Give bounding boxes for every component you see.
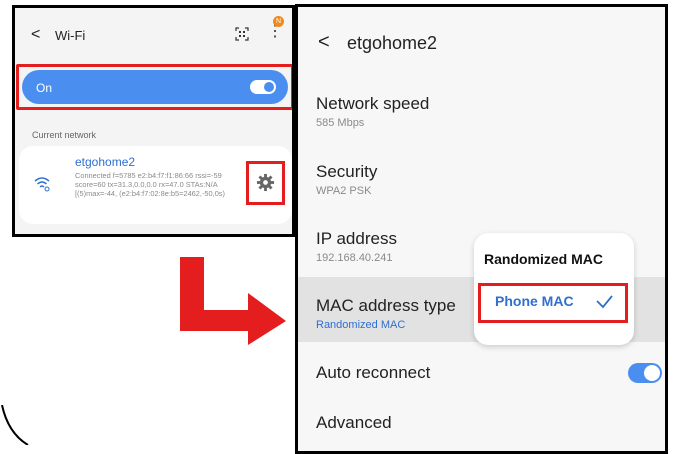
wifi-header: < Wi-Fi ⋮ N bbox=[15, 8, 292, 60]
back-button[interactable]: < bbox=[31, 26, 40, 44]
toggle-knob bbox=[644, 365, 660, 381]
wifi-toggle-switch[interactable] bbox=[250, 80, 276, 94]
wifi-toggle-highlight: On bbox=[16, 64, 292, 110]
wifi-toggle-row[interactable]: On bbox=[22, 70, 288, 104]
wifi-settings-screen: < Wi-Fi ⋮ N On Current network etgohome2 bbox=[12, 5, 295, 237]
check-icon bbox=[596, 295, 613, 309]
phone-mac-option[interactable]: Phone MAC bbox=[495, 293, 574, 309]
wifi-toggle-label: On bbox=[36, 81, 53, 95]
advanced-item[interactable]: Advanced bbox=[316, 413, 646, 433]
network-name: etgohome2 bbox=[75, 155, 136, 169]
item-label: Security bbox=[316, 162, 378, 181]
back-button[interactable]: < bbox=[318, 31, 330, 54]
item-label: Network speed bbox=[316, 94, 430, 113]
current-network-card[interactable]: etgohome2 Connected f=5785 e2:b4:f7:f1:8… bbox=[19, 146, 292, 224]
phone-mac-highlight: Phone MAC bbox=[478, 283, 628, 323]
toggle-knob bbox=[264, 82, 274, 92]
wifi-signal-icon bbox=[34, 177, 50, 192]
page-title: etgohome2 bbox=[347, 33, 438, 53]
randomized-mac-option[interactable]: Randomized MAC bbox=[484, 251, 603, 267]
item-value: 585 Mbps bbox=[316, 117, 365, 129]
auto-reconnect-item[interactable]: Auto reconnect bbox=[316, 363, 646, 383]
gear-highlight bbox=[246, 161, 285, 205]
gear-icon[interactable] bbox=[256, 173, 275, 192]
item-label: Auto reconnect bbox=[316, 363, 431, 382]
qr-scan-icon[interactable] bbox=[235, 27, 249, 41]
network-details: Connected f=5785 e2:b4:f7:f1:86:66 rssi=… bbox=[75, 171, 225, 198]
network-speed-item: Network speed 585 Mbps bbox=[316, 94, 646, 129]
auto-reconnect-toggle[interactable] bbox=[628, 363, 662, 383]
decorative-curve bbox=[1, 405, 29, 445]
red-arrow-icon bbox=[180, 257, 286, 345]
current-network-label: Current network bbox=[32, 130, 97, 140]
network-details-screen: < etgohome2 Network speed 585 Mbps Secur… bbox=[295, 4, 668, 454]
notification-badge: N bbox=[273, 16, 284, 27]
security-item: Security WPA2 PSK bbox=[316, 162, 646, 197]
item-label: Advanced bbox=[316, 413, 392, 432]
page-title: Wi-Fi bbox=[55, 28, 86, 43]
mac-type-popup: Randomized MAC Phone MAC bbox=[474, 233, 634, 345]
item-value: WPA2 PSK bbox=[316, 185, 372, 197]
